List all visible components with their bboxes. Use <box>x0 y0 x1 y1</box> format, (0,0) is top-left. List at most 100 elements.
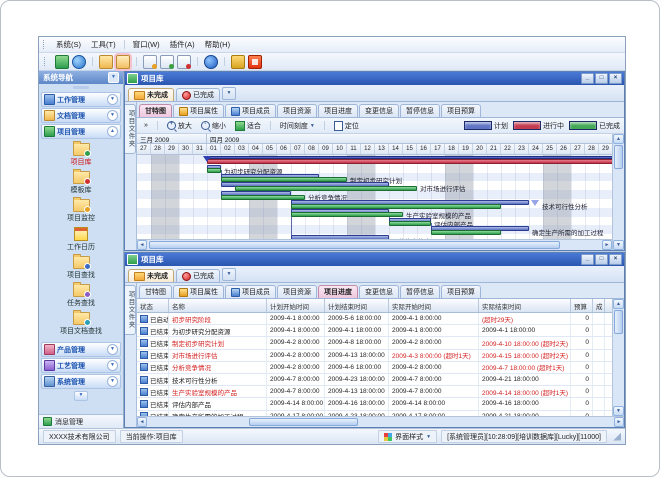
resize-grip[interactable] <box>613 433 621 441</box>
menu-drag-handle[interactable] <box>43 40 47 49</box>
table-folder-tab-未完成[interactable]: 未完成 <box>128 269 174 282</box>
table-row[interactable]: 已结束分析竞争情况2009-4-2 8:00:002009-4-6 18:00:… <box>137 362 612 374</box>
sidebar-item-工作日历[interactable]: 工作日历 <box>41 226 121 253</box>
sidebar-item-模板库[interactable]: 模板库 <box>41 170 121 196</box>
mail-delete-icon[interactable] <box>177 55 191 69</box>
gantt-done-bar[interactable] <box>431 230 501 235</box>
gantt-tab-项目预算[interactable]: 项目预算 <box>441 104 481 117</box>
column-header-计划开始时间[interactable]: 计划开始时间 <box>267 299 325 312</box>
column-header-实际结束时间[interactable]: 实际结束时间 <box>479 299 571 312</box>
table-tab-甘特图[interactable]: 甘特图 <box>139 285 172 298</box>
column-header-成[interactable]: 成 <box>593 299 605 312</box>
stop-icon[interactable] <box>248 55 262 69</box>
sidebar-pin-button[interactable]: ▼ <box>108 72 119 83</box>
folder-closed-icon[interactable] <box>99 55 113 69</box>
time-scale-dropdown[interactable]: 时间刻度▼ <box>277 120 318 132</box>
table-folder-tab-已完成[interactable]: 已完成 <box>176 269 220 282</box>
menu-item-1[interactable]: 工具(T) <box>86 38 121 51</box>
table-window-titlebar[interactable]: 项目库 _ □ × <box>125 253 624 266</box>
scroll-left-arrow[interactable]: ◄ <box>137 417 147 427</box>
help-icon[interactable] <box>204 55 218 69</box>
gantt-vertical-scrollbar[interactable]: ▲ ▼ <box>612 134 624 250</box>
gantt-tab-项目资源[interactable]: 项目资源 <box>277 104 317 117</box>
zoom-in-button[interactable]: +放大 <box>164 120 195 132</box>
mail-new-icon[interactable] <box>143 55 157 69</box>
sidebar-group-header-2[interactable]: 项目管理▲ <box>41 124 121 139</box>
chevron-down-icon[interactable]: ▼ <box>107 344 118 355</box>
tab-message-management[interactable]: 消息管理 <box>39 414 123 428</box>
sidebar-item-项目库[interactable]: 项目库 <box>41 142 121 168</box>
table-horizontal-scrollbar[interactable]: ◄ ► <box>137 416 624 427</box>
scrollbar-thumb[interactable] <box>614 145 623 169</box>
scrollbar-thumb[interactable] <box>614 310 623 334</box>
scroll-right-arrow[interactable]: ► <box>614 417 624 427</box>
table-row[interactable]: 已启动初步研究阶段2009-4-1 8:00:002009-5-6 18:00:… <box>137 313 612 325</box>
column-header-计划结束时间[interactable]: 计划结束时间 <box>325 299 389 312</box>
column-header-预算[interactable]: 预算 <box>571 299 593 312</box>
sidebar-group-header-4[interactable]: 工艺管理▼ <box>41 358 121 373</box>
gantt-folder-tab-已完成[interactable]: 已完成 <box>176 88 220 101</box>
sidebar-scroll-down-button[interactable]: ▼ <box>74 391 88 401</box>
minimize-button[interactable]: _ <box>581 254 594 265</box>
chevron-down-icon[interactable]: ▼ <box>107 376 118 387</box>
table-tab-项目进度[interactable]: 项目进度 <box>318 285 358 298</box>
gantt-done-bar[interactable] <box>221 177 347 182</box>
sidebar-item-项目文档查找[interactable]: 项目文档查找 <box>41 311 121 337</box>
table-row[interactable]: 已结束为初步研究分配资源2009-4-1 8:00:002009-4-1 18:… <box>137 325 612 337</box>
scroll-up-arrow[interactable]: ▲ <box>613 134 624 144</box>
table-row[interactable]: 已结束技术可行性分析2009-4-7 8:00:002009-4-23 18:0… <box>137 374 612 386</box>
sync-icon[interactable] <box>55 55 69 69</box>
gantt-done-bar[interactable] <box>235 186 417 191</box>
gantt-tab-甘特图[interactable]: 甘特图 <box>139 104 172 117</box>
minimize-button[interactable]: _ <box>581 73 594 84</box>
folder-open-icon[interactable] <box>116 55 130 69</box>
restore-button[interactable]: □ <box>595 73 608 84</box>
gantt-done-bar[interactable] <box>389 221 431 226</box>
table-tab-项目属性[interactable]: 项目属性 <box>173 285 224 298</box>
globe-icon[interactable] <box>72 55 86 69</box>
gantt-done-bar[interactable] <box>291 212 403 217</box>
gantt-done-bar[interactable] <box>291 204 501 209</box>
table-row[interactable]: 已结束对市场进行评估2009-4-2 8:00:002009-4-13 18:0… <box>137 350 612 362</box>
gantt-done-bar[interactable] <box>221 195 305 200</box>
menu-item-4[interactable]: 帮助(H) <box>200 38 235 51</box>
scroll-right-arrow[interactable]: ► <box>602 240 612 250</box>
menu-item-2[interactable]: 窗口(W) <box>128 38 165 51</box>
sidebar-item-任务查找[interactable]: 任务查找 <box>41 283 121 309</box>
gantt-window-titlebar[interactable]: 项目库 _ □ × <box>125 72 624 85</box>
table-row[interactable]: 已结束制定初步研究计划2009-4-2 8:00:002009-4-8 18:0… <box>137 337 612 349</box>
menu-item-0[interactable]: 系统(S) <box>51 38 86 51</box>
column-header-实际开始时间[interactable]: 实际开始时间 <box>389 299 479 312</box>
scroll-left-arrow[interactable]: ◄ <box>137 240 147 250</box>
column-header-名称[interactable]: 名称 <box>169 299 267 312</box>
table-tab-项目成员[interactable]: 项目成员 <box>225 285 276 298</box>
gantt-tab-项目成员[interactable]: 项目成员 <box>225 104 276 117</box>
scrollbar-thumb[interactable] <box>249 418 358 426</box>
sidebar-item-项目查找[interactable]: 项目查找 <box>41 255 121 281</box>
tab-project-folder[interactable]: 项目文件夹 <box>125 104 136 154</box>
locate-button[interactable]: 定位 <box>331 120 362 132</box>
interface-style-dropdown[interactable]: 界面样式 ▼ <box>378 430 437 443</box>
toolbar-drag-handle[interactable] <box>44 57 48 66</box>
zoom-out-button[interactable]: -缩小 <box>198 120 229 132</box>
chevron-down-icon[interactable]: ▼ <box>107 94 118 105</box>
table-tab-项目预算[interactable]: 项目预算 <box>441 285 481 298</box>
gantt-horizontal-scrollbar[interactable]: ◄ ► <box>137 239 612 250</box>
scroll-down-arrow[interactable]: ▼ <box>613 240 624 250</box>
gantt-canvas[interactable]: 为初步研究分配资源制定初步研究计划对市场进行评估分析竞争情况技术可行性分析生产实… <box>137 155 612 239</box>
folder-tabs-overflow-button[interactable]: ▼ <box>222 87 236 100</box>
gantt-tab-变更信息[interactable]: 变更信息 <box>359 104 399 117</box>
close-button[interactable]: × <box>609 73 622 84</box>
scroll-down-arrow[interactable]: ▼ <box>613 406 624 416</box>
folder-tabs-overflow-button[interactable]: ▼ <box>222 268 236 281</box>
scroll-up-arrow[interactable]: ▲ <box>613 299 624 309</box>
sidebar-group-header-5[interactable]: 系统管理▼ <box>41 374 121 389</box>
restore-button[interactable]: □ <box>595 254 608 265</box>
mail-open-icon[interactable] <box>160 55 174 69</box>
tab-project-folder[interactable]: 项目文件夹 <box>125 285 136 335</box>
chevron-down-icon[interactable]: ▼ <box>107 360 118 371</box>
sidebar-group-header-0[interactable]: 工作管理▼ <box>41 92 121 107</box>
table-vertical-scrollbar[interactable]: ▲ ▼ <box>612 299 624 416</box>
table-tab-暂停信息[interactable]: 暂停信息 <box>400 285 440 298</box>
sidebar-group-header-3[interactable]: 产品管理▼ <box>41 342 121 357</box>
